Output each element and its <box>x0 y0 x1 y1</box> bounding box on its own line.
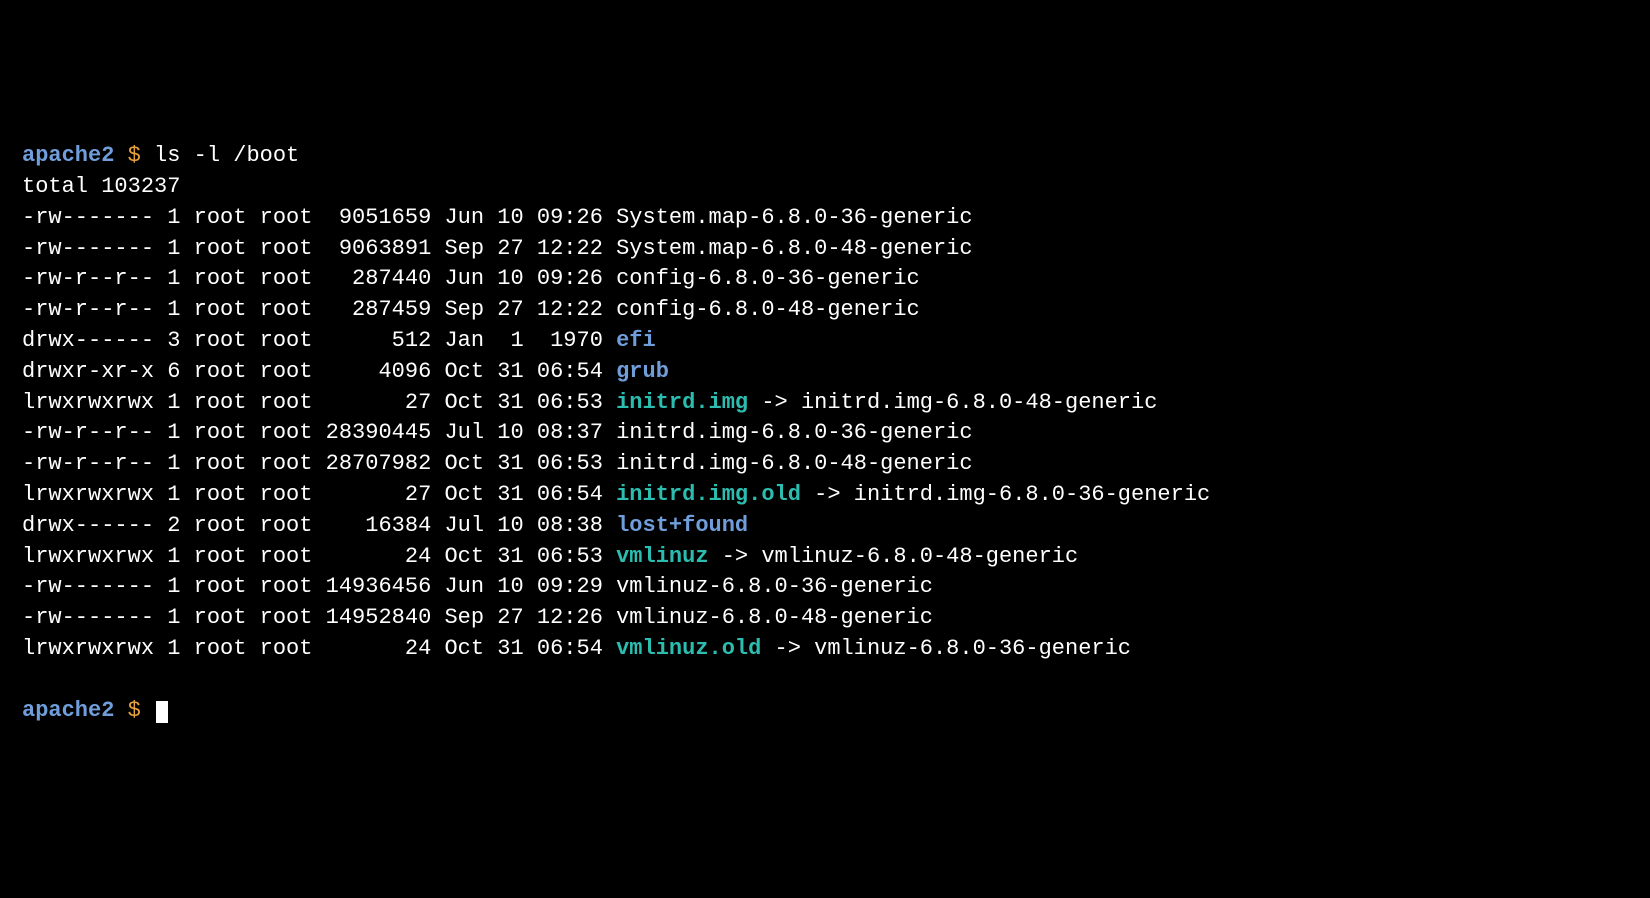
terminal-output[interactable]: apache2 $ ls -l /boot total 103237 -rw--… <box>22 141 1628 726</box>
file-name: config-6.8.0-48-generic <box>616 297 920 322</box>
file-name: initrd.img-6.8.0-36-generic <box>616 420 972 445</box>
file-listing: -rw------- 1 root root 9051659 Jun 10 09… <box>22 205 1210 661</box>
cursor[interactable] <box>156 701 168 723</box>
file-name: vmlinuz-6.8.0-36-generic <box>616 574 933 599</box>
dir-name: lost+found <box>616 513 748 538</box>
file-name: config-6.8.0-36-generic <box>616 266 920 291</box>
symlink-name: vmlinuz.old <box>616 636 761 661</box>
prompt-delim-2: $ <box>128 698 141 723</box>
symlink-name: vmlinuz <box>616 544 708 569</box>
symlink-name: initrd.img.old <box>616 482 801 507</box>
prompt-host-2: apache2 <box>22 698 114 723</box>
dir-name: efi <box>616 328 656 353</box>
prompt-delim: $ <box>128 143 141 168</box>
file-name: vmlinuz-6.8.0-48-generic <box>616 605 933 630</box>
dir-name: grub <box>616 359 669 384</box>
total-line: total 103237 <box>22 174 180 199</box>
command: ls -l /boot <box>154 143 299 168</box>
prompt-host: apache2 <box>22 143 114 168</box>
symlink-name: initrd.img <box>616 390 748 415</box>
file-name: System.map-6.8.0-48-generic <box>616 236 972 261</box>
file-name: System.map-6.8.0-36-generic <box>616 205 972 230</box>
file-name: initrd.img-6.8.0-48-generic <box>616 451 972 476</box>
